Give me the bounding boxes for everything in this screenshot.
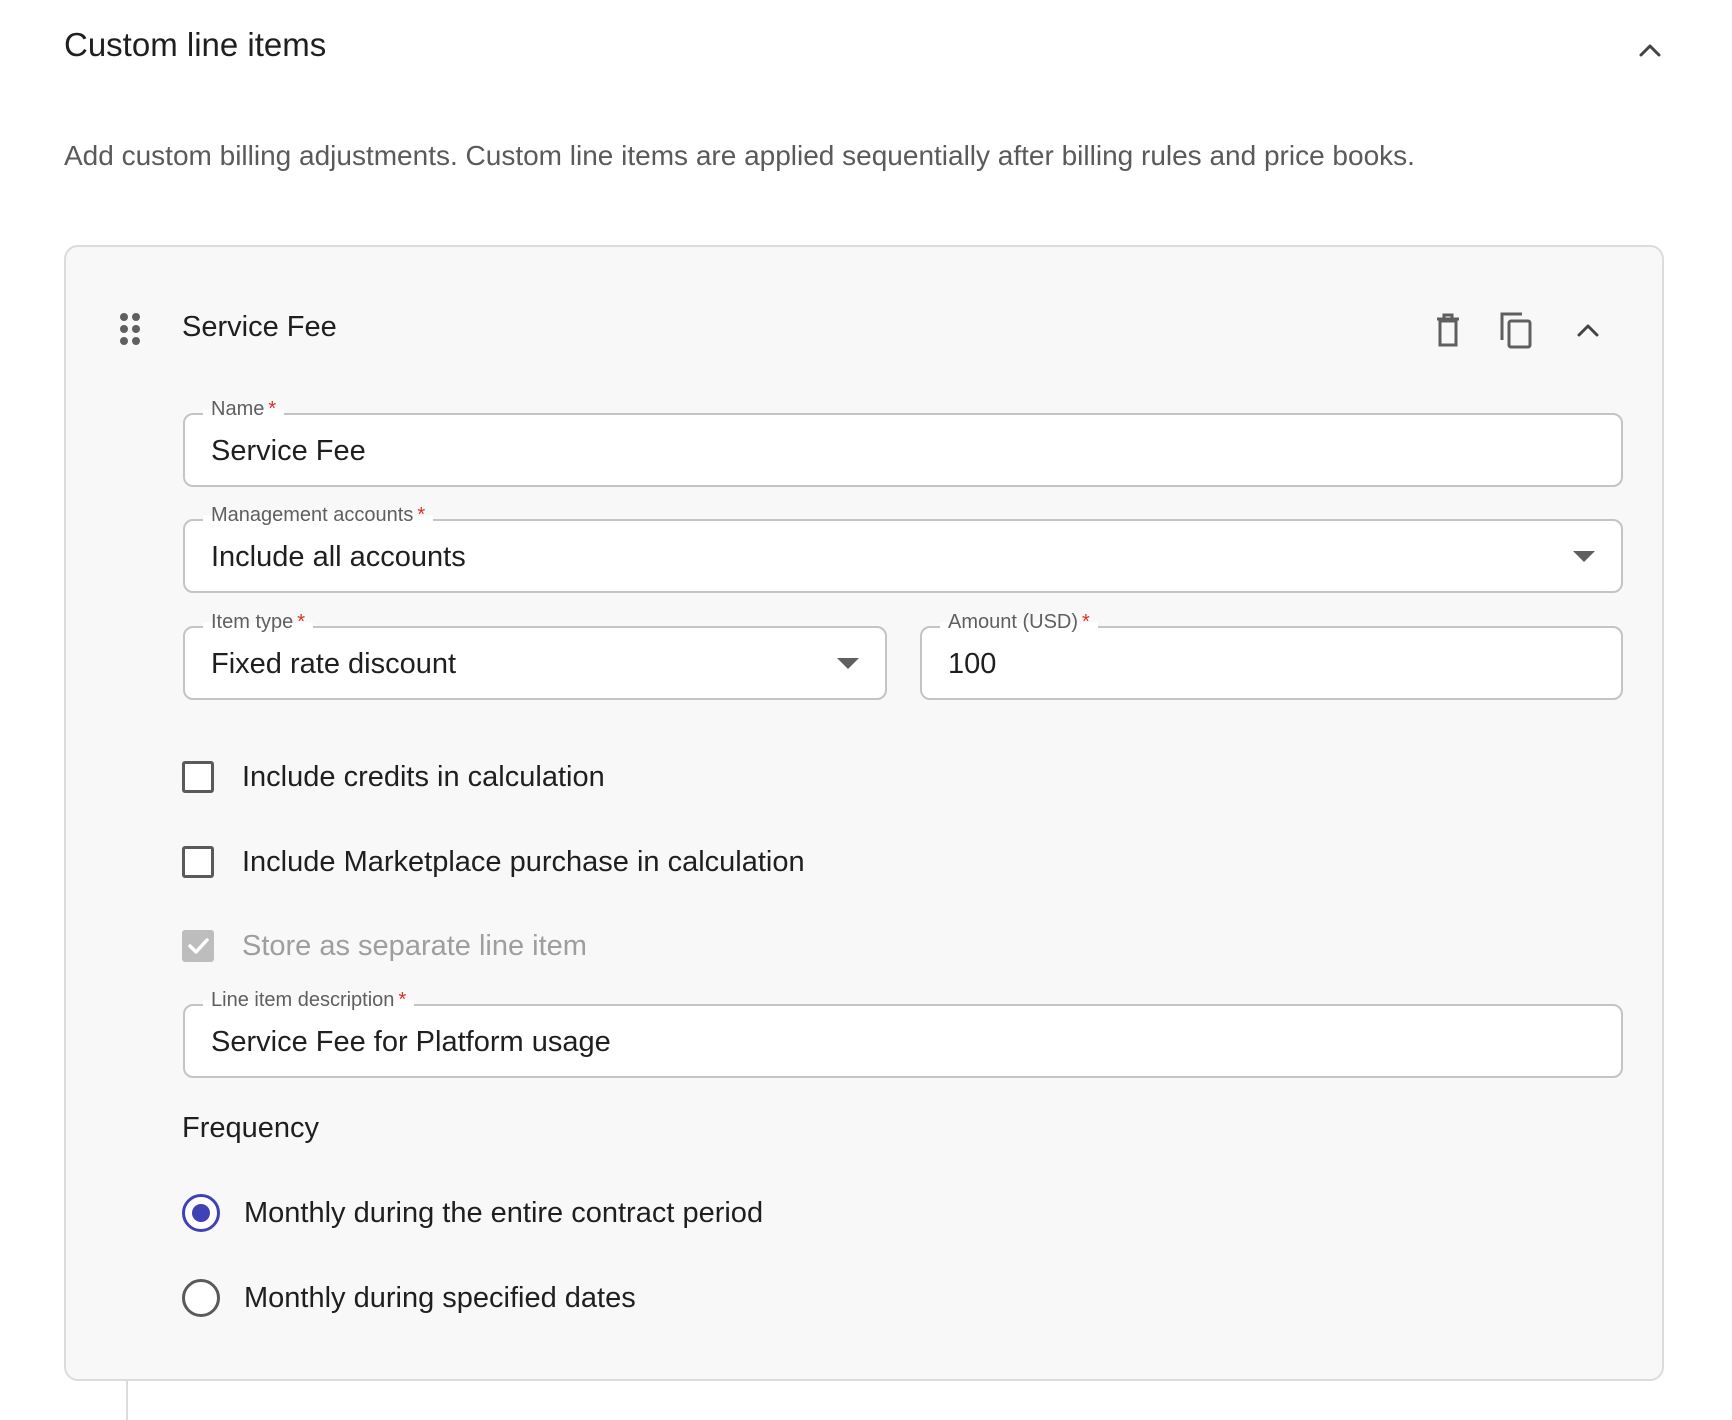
line-item-title: Service Fee bbox=[182, 311, 337, 343]
chevron-up-icon bbox=[1639, 44, 1661, 57]
section-collapse-button[interactable] bbox=[1630, 30, 1670, 70]
radio-specified-dates-label: Monthly during specified dates bbox=[244, 1281, 636, 1314]
include-credits-label: Include credits in calculation bbox=[242, 760, 605, 793]
management-accounts-select[interactable]: Management accounts * Include all account… bbox=[183, 504, 1623, 593]
copy-icon bbox=[1500, 312, 1532, 349]
frequency-heading: Frequency bbox=[182, 1112, 320, 1144]
checkbox-box[interactable] bbox=[182, 761, 214, 793]
trash-icon bbox=[1437, 313, 1459, 347]
checkbox-box bbox=[182, 930, 214, 962]
include-marketplace-checkbox[interactable]: Include Marketplace purchase in calculat… bbox=[182, 842, 805, 882]
connector-line bbox=[126, 1381, 128, 1420]
section-title: Custom line items bbox=[64, 26, 327, 63]
caret-down-icon bbox=[837, 658, 859, 669]
line-item-description-value: Service Fee for Platform usage bbox=[211, 1026, 611, 1058]
store-separate-line-item-label: Store as separate line item bbox=[242, 929, 587, 962]
name-label: Name * bbox=[203, 398, 285, 421]
item-collapse-button[interactable] bbox=[1566, 308, 1610, 352]
item-type-value: Fixed rate discount bbox=[211, 648, 457, 680]
item-type-label: Item type * bbox=[203, 611, 314, 634]
include-marketplace-label: Include Marketplace purchase in calculat… bbox=[242, 845, 805, 878]
amount-label: Amount (USD) * bbox=[940, 611, 1098, 634]
amount-value: 100 bbox=[948, 648, 997, 680]
amount-field[interactable]: Amount (USD) * 100 bbox=[920, 611, 1623, 700]
radio-specified-dates[interactable]: Monthly during specified dates bbox=[182, 1277, 636, 1319]
line-item-description-label: Line item description * bbox=[203, 989, 415, 1012]
caret-down-icon bbox=[1573, 551, 1595, 562]
store-separate-line-item-checkbox: Store as separate line item bbox=[182, 926, 587, 966]
chevron-up-icon bbox=[1577, 324, 1599, 337]
checkbox-box[interactable] bbox=[182, 846, 214, 878]
checkmark-icon bbox=[188, 938, 209, 954]
drag-handle-icon[interactable] bbox=[116, 311, 144, 347]
radio-button[interactable] bbox=[182, 1279, 220, 1317]
name-field[interactable]: Name * Service Fee bbox=[183, 398, 1623, 487]
radio-entire-contract-label: Monthly during the entire contract perio… bbox=[244, 1196, 764, 1229]
delete-button[interactable] bbox=[1426, 308, 1470, 352]
duplicate-button[interactable] bbox=[1494, 308, 1538, 352]
radio-entire-contract[interactable]: Monthly during the entire contract perio… bbox=[182, 1192, 763, 1234]
line-item-description-field[interactable]: Line item description * Service Fee for P… bbox=[183, 989, 1623, 1078]
radio-button[interactable] bbox=[182, 1194, 220, 1232]
management-accounts-label: Management accounts * bbox=[203, 504, 434, 527]
include-credits-checkbox[interactable]: Include credits in calculation bbox=[182, 757, 605, 797]
name-value: Service Fee bbox=[211, 435, 366, 467]
section-description: Add custom billing adjustments. Custom l… bbox=[64, 140, 1415, 171]
management-accounts-value: Include all accounts bbox=[211, 541, 466, 573]
item-type-select[interactable]: Item type * Fixed rate discount bbox=[183, 611, 887, 700]
